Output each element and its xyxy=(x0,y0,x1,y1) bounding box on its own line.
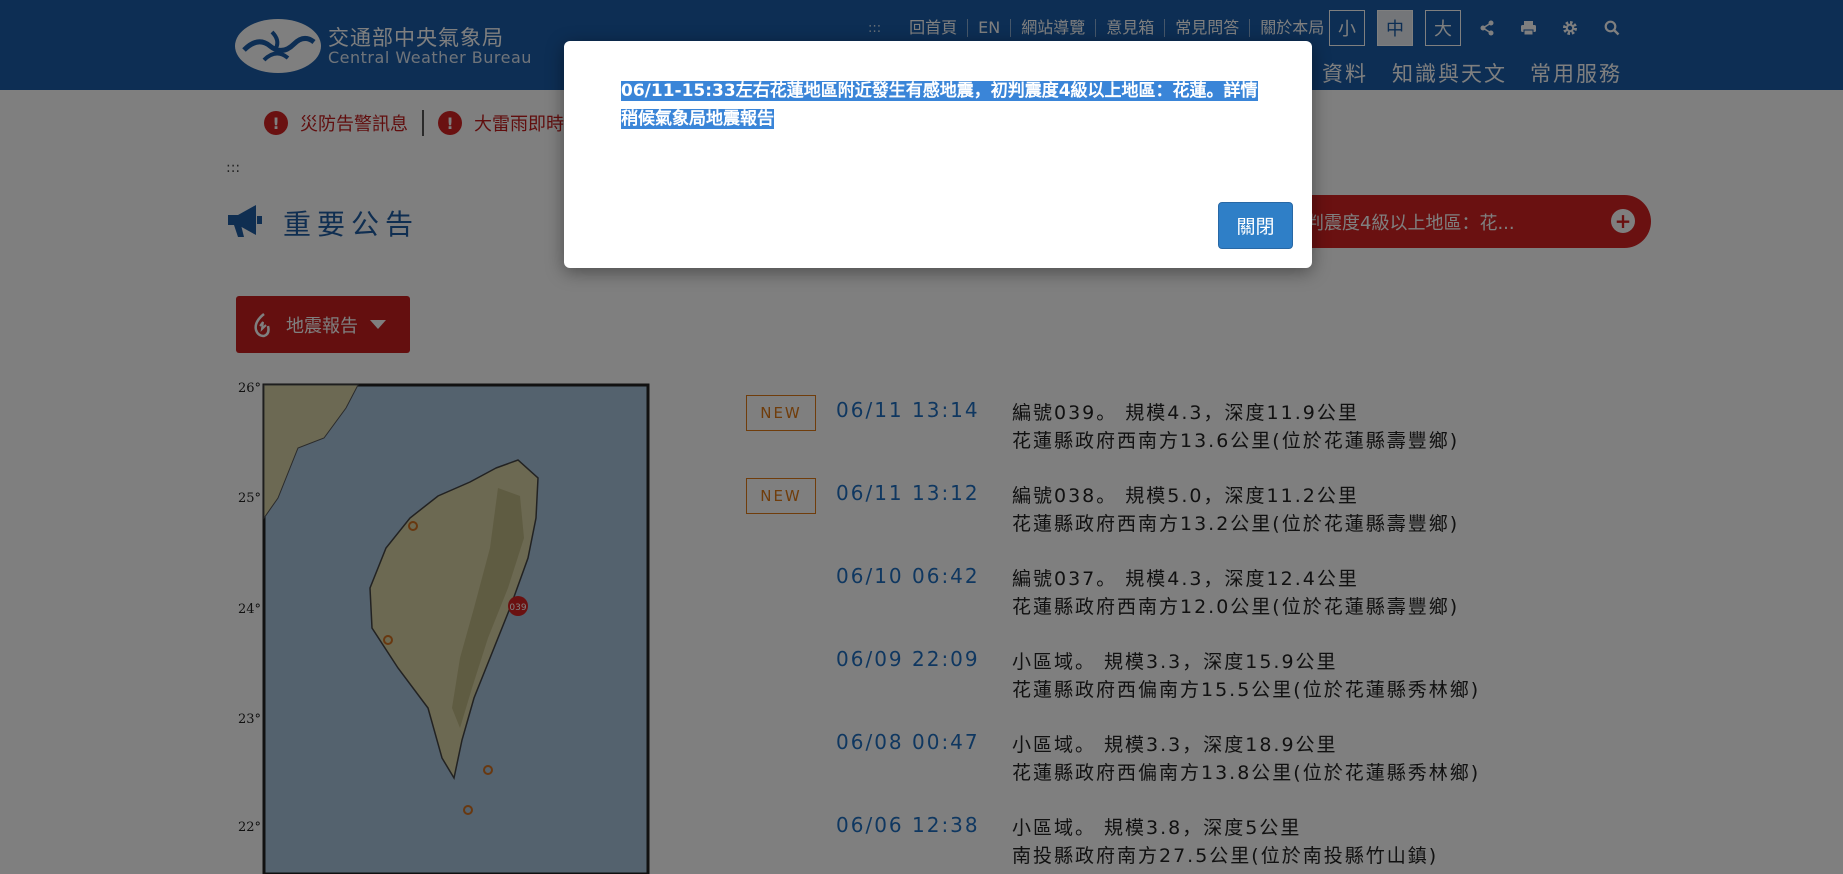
alert-dialog: 06/11-15:33左右花蓮地區附近發生有感地震，初判震度4級以上地區：花蓮。… xyxy=(564,41,1312,268)
dialog-message: 06/11-15:33左右花蓮地區附近發生有感地震，初判震度4級以上地區：花蓮。… xyxy=(621,77,1261,133)
close-button[interactable]: 關閉 xyxy=(1218,202,1293,249)
dialog-message-line1: 06/11-15:33左右花蓮地區附近發生有感地震，初判震度4級以上地區：花蓮。… xyxy=(621,81,1258,101)
dialog-message-line2: 稍候氣象局地震報告 xyxy=(621,109,774,129)
